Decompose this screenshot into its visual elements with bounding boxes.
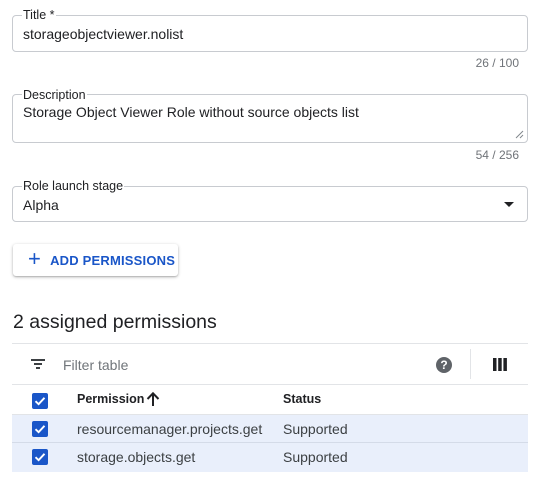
status-cell: Supported xyxy=(283,449,348,465)
permission-cell: resourcemanager.projects.get xyxy=(77,421,263,437)
resize-handle-icon[interactable] xyxy=(514,129,524,139)
checkmark-icon xyxy=(34,425,46,434)
title-label: Title * xyxy=(22,8,56,22)
plus-icon: + xyxy=(28,246,42,271)
select-all-checkbox[interactable] xyxy=(32,393,48,409)
filter-table-input[interactable]: Filter table xyxy=(63,357,128,373)
toolbar-divider xyxy=(470,349,471,379)
description-field[interactable]: Description Storage Object Viewer Role w… xyxy=(12,88,528,143)
row-checkbox[interactable] xyxy=(32,449,48,465)
dropdown-arrow-icon xyxy=(504,202,514,207)
role-launch-stage-value: Alpha xyxy=(23,197,59,213)
checkmark-icon xyxy=(34,397,46,406)
table-row[interactable]: storage.objects.get Supported xyxy=(12,443,528,472)
sort-ascending-arrow-icon[interactable] xyxy=(146,391,160,407)
table-toolbar: Filter table ? xyxy=(12,343,528,385)
title-char-counter: 26 / 100 xyxy=(475,56,519,70)
assigned-permissions-heading: 2 assigned permissions xyxy=(13,311,217,333)
description-char-counter: 54 / 256 xyxy=(475,148,519,162)
column-display-options-icon[interactable] xyxy=(493,358,507,371)
checkmark-icon xyxy=(34,453,46,462)
status-column-header[interactable]: Status xyxy=(283,392,321,406)
table-header-row: Permission Status xyxy=(12,385,528,415)
status-cell: Supported xyxy=(283,421,348,437)
description-textarea[interactable]: Storage Object Viewer Role without sourc… xyxy=(23,104,359,120)
role-launch-stage-select[interactable]: Role launch stage Alpha xyxy=(12,179,528,222)
permission-column-header[interactable]: Permission xyxy=(77,392,144,406)
role-launch-stage-label: Role launch stage xyxy=(22,179,125,193)
table-row[interactable]: resourcemanager.projects.get Supported xyxy=(12,415,528,443)
title-field[interactable]: Title * storageobjectviewer.nolist xyxy=(12,8,528,52)
permission-cell: storage.objects.get xyxy=(77,449,196,465)
add-permissions-button[interactable]: + ADD PERMISSIONS xyxy=(13,244,178,276)
help-icon[interactable]: ? xyxy=(436,357,452,373)
add-permissions-label: ADD PERMISSIONS xyxy=(50,252,176,268)
title-input[interactable]: storageobjectviewer.nolist xyxy=(23,26,183,42)
filter-icon[interactable] xyxy=(30,357,46,371)
description-label: Description xyxy=(22,88,87,102)
row-checkbox[interactable] xyxy=(32,421,48,437)
